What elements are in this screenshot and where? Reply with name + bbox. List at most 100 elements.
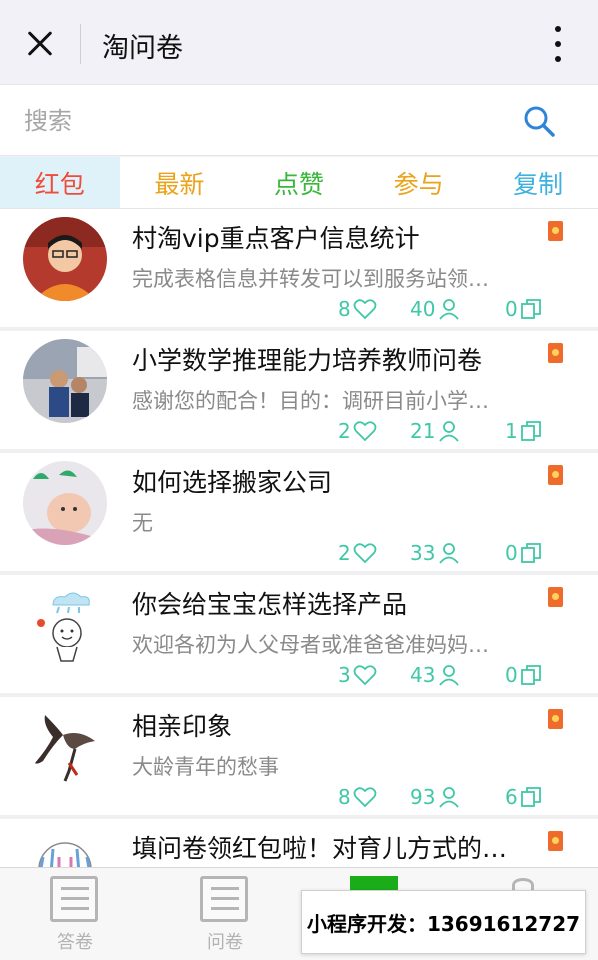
nav-surveys[interactable]: 问卷 <box>150 868 300 960</box>
participants-count: 43 <box>410 663 461 687</box>
survey-description: 大龄青年的愁事 <box>132 755 279 779</box>
survey-title: 填问卷领红包啦！对育儿方式的… <box>132 834 508 863</box>
avatar <box>23 827 107 867</box>
more-options-icon[interactable] <box>548 26 568 62</box>
tab-likes[interactable]: 点赞 <box>239 157 359 208</box>
tab-label: 复制 <box>513 169 564 199</box>
questionnaire-icon <box>50 876 98 922</box>
close-icon[interactable] <box>20 24 60 64</box>
survey-description: 欢迎各初为人父母者或准爸爸准妈妈… <box>132 633 489 657</box>
list-item[interactable]: 如何选择搬家公司 无 2 33 0 <box>0 453 598 571</box>
likes-count[interactable]: 8 <box>338 297 377 321</box>
likes-value: 8 <box>338 297 351 321</box>
participants-count: 21 <box>410 419 461 443</box>
search-bar <box>0 84 598 156</box>
copy-icon <box>520 787 541 807</box>
person-icon <box>439 299 460 320</box>
participants-value: 93 <box>410 785 436 809</box>
person-icon <box>439 665 460 686</box>
likes-count[interactable]: 2 <box>338 541 377 565</box>
participants-value: 33 <box>410 541 436 565</box>
list-item[interactable]: 村淘vip重点客户信息统计 完成表格信息并转发可以到服务站领… 8 40 0 <box>0 209 598 327</box>
tab-label: 红包 <box>34 169 85 199</box>
page-title: 淘问卷 <box>102 33 183 64</box>
participants-count: 40 <box>410 297 461 321</box>
copy-icon <box>520 421 541 441</box>
red-packet-icon <box>548 465 563 485</box>
copies-count[interactable]: 1 <box>505 419 542 443</box>
copy-icon <box>520 543 541 563</box>
likes-value: 2 <box>338 419 351 443</box>
avatar <box>23 705 107 789</box>
tab-red-packet[interactable]: 红包 <box>0 157 120 208</box>
tab-participate[interactable]: 参与 <box>359 157 479 208</box>
red-packet-icon <box>548 221 563 241</box>
red-packet-icon <box>548 709 563 729</box>
copy-icon <box>520 299 541 319</box>
participants-value: 21 <box>410 419 436 443</box>
survey-list: 村淘vip重点客户信息统计 完成表格信息并转发可以到服务站领… 8 40 0 小… <box>0 209 598 867</box>
top-bar: 淘问卷 <box>0 0 598 84</box>
copies-count[interactable]: 0 <box>505 541 542 565</box>
heart-icon <box>353 787 377 808</box>
person-icon <box>439 421 460 442</box>
survey-title: 你会给宝宝怎样选择产品 <box>132 590 408 619</box>
copy-icon <box>520 665 541 685</box>
list-item[interactable]: 相亲印象 大龄青年的愁事 8 93 6 <box>0 697 598 815</box>
likes-count[interactable]: 2 <box>338 419 377 443</box>
survey-title: 如何选择搬家公司 <box>132 468 333 497</box>
copies-value: 6 <box>505 785 518 809</box>
filter-tabs: 红包 最新 点赞 参与 复制 <box>0 157 598 209</box>
participants-count: 33 <box>410 541 461 565</box>
likes-value: 3 <box>338 663 351 687</box>
copies-count[interactable]: 0 <box>505 663 542 687</box>
likes-count[interactable]: 8 <box>338 785 377 809</box>
copies-count[interactable]: 6 <box>505 785 542 809</box>
promo-banner: 小程序开发：13691612727 <box>301 890 586 954</box>
likes-value: 2 <box>338 541 351 565</box>
red-packet-icon <box>548 587 563 607</box>
list-item[interactable]: 填问卷领红包啦！对育儿方式的… <box>0 819 598 867</box>
nav-label: 问卷 <box>207 932 243 953</box>
heart-icon <box>353 421 377 442</box>
tab-copy[interactable]: 复制 <box>478 157 598 208</box>
copies-count[interactable]: 0 <box>505 297 542 321</box>
participants-value: 43 <box>410 663 436 687</box>
tab-latest[interactable]: 最新 <box>120 157 240 208</box>
avatar <box>23 461 107 545</box>
survey-title: 小学数学推理能力培养教师问卷 <box>132 346 483 375</box>
search-input[interactable] <box>24 103 504 139</box>
nav-label: 答卷 <box>57 932 93 953</box>
heart-icon <box>353 543 377 564</box>
likes-count[interactable]: 3 <box>338 663 377 687</box>
copies-value: 0 <box>505 663 518 687</box>
copies-value: 0 <box>505 541 518 565</box>
person-icon <box>439 543 460 564</box>
survey-description: 无 <box>132 511 153 535</box>
avatar <box>23 339 107 423</box>
nav-answers[interactable]: 答卷 <box>0 868 150 960</box>
red-packet-icon <box>548 831 563 851</box>
search-icon[interactable] <box>522 104 556 138</box>
title-divider <box>80 24 81 64</box>
heart-icon <box>353 665 377 686</box>
survey-title: 村淘vip重点客户信息统计 <box>132 224 420 253</box>
copies-value: 1 <box>505 419 518 443</box>
avatar <box>23 217 107 301</box>
likes-value: 8 <box>338 785 351 809</box>
list-item[interactable]: 你会给宝宝怎样选择产品 欢迎各初为人父母者或准爸爸准妈妈… 3 43 0 <box>0 575 598 693</box>
list-item[interactable]: 小学数学推理能力培养教师问卷 感谢您的配合！目的：调研目前小学… 2 21 1 <box>0 331 598 449</box>
survey-list-icon <box>200 876 248 922</box>
heart-icon <box>353 299 377 320</box>
avatar <box>23 583 107 667</box>
survey-title: 相亲印象 <box>132 712 233 741</box>
person-icon <box>439 787 460 808</box>
survey-description: 完成表格信息并转发可以到服务站领… <box>132 267 489 291</box>
participants-count: 93 <box>410 785 461 809</box>
copies-value: 0 <box>505 297 518 321</box>
survey-description: 感谢您的配合！目的：调研目前小学… <box>132 389 489 413</box>
participants-value: 40 <box>410 297 436 321</box>
tab-label: 最新 <box>154 169 205 199</box>
red-packet-icon <box>548 343 563 363</box>
tab-label: 点赞 <box>273 169 324 199</box>
